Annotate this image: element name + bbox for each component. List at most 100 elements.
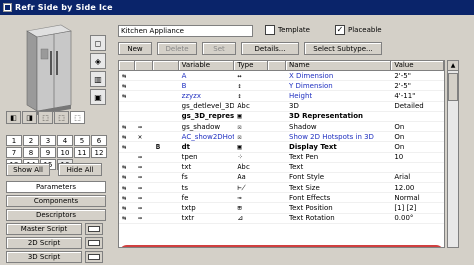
- tab-3d-script[interactable]: 3D Script: [6, 251, 82, 263]
- cell-value[interactable]: 4'-11": [391, 92, 444, 100]
- tab-master-script[interactable]: Master Script: [6, 223, 82, 235]
- cell-name: Text Size: [289, 183, 320, 192]
- cell-value[interactable]: 10: [391, 153, 444, 161]
- new-button[interactable]: New: [118, 42, 152, 55]
- cell-variable[interactable]: gs_shadow: [179, 123, 235, 131]
- hide-all-button[interactable]: Hide All: [58, 163, 102, 176]
- 3d-script-window-icon[interactable]: [85, 251, 103, 263]
- table-row[interactable]: gs_detlevel_3D Abc 3D Detailed: [119, 102, 444, 112]
- column-variable[interactable]: Variable: [179, 61, 235, 70]
- master-script-window-icon[interactable]: [85, 223, 103, 235]
- flag-icon: ⇛: [137, 122, 143, 131]
- cell-variable[interactable]: txt: [179, 163, 235, 171]
- cell-variable[interactable]: B: [179, 82, 235, 90]
- table-row[interactable]: ⇆ A ↔ X Dimension 2'-5": [119, 71, 444, 82]
- placeable-checkbox-group[interactable]: ✓ Placeable: [335, 25, 382, 35]
- story-number-button[interactable]: 7: [6, 147, 22, 158]
- tab-descriptors[interactable]: Descriptors: [6, 209, 106, 221]
- cell-value[interactable]: On: [391, 123, 444, 131]
- column-value[interactable]: Value: [391, 61, 444, 70]
- template-checkbox[interactable]: [265, 25, 275, 35]
- tab-components[interactable]: Components: [6, 195, 106, 207]
- cell-variable[interactable]: txtr: [179, 214, 235, 222]
- table-row[interactable]: ⇆ ⇛ fe ⊸ Font Effects Normal: [119, 193, 444, 204]
- view-mode-button[interactable]: ◧: [6, 111, 21, 124]
- preview-shade-button[interactable]: ▣: [90, 89, 106, 105]
- cell-variable[interactable]: gs_detlevel_3D: [179, 102, 235, 110]
- story-number-button[interactable]: 1: [6, 135, 22, 146]
- template-checkbox-group[interactable]: Template: [265, 25, 310, 35]
- table-row[interactable]: ⇆ zzyzx ↕ Height 4'-11": [119, 91, 444, 102]
- table-row[interactable]: ⇆ ⇛ gs_shadow ☒ Shadow On: [119, 122, 444, 133]
- view-mode-button[interactable]: ◨: [22, 111, 37, 124]
- preview-3d-button[interactable]: ◈: [90, 53, 106, 69]
- cell-variable[interactable]: A: [179, 72, 235, 80]
- set-button[interactable]: Set: [202, 42, 236, 55]
- scroll-thumb[interactable]: [448, 73, 458, 101]
- cell-value[interactable]: On: [391, 143, 444, 151]
- table-row[interactable]: gs_3D_repres...▣ 3D Representation: [119, 112, 444, 122]
- table-row[interactable]: ⇛ tpen ⁘ Text Pen 10: [119, 153, 444, 163]
- table-row[interactable]: ⇆ ⇛ ts ⊬ Text Size 12.00: [119, 183, 444, 194]
- table-row[interactable]: ⇆ ✕ AC_show2DHots...☒ Show 2D Hotspots in 3…: [119, 132, 444, 143]
- cell-variable[interactable]: fs: [179, 173, 235, 181]
- table-row[interactable]: ⇆ B ↕ Y Dimension 2'-5": [119, 81, 444, 92]
- cell-variable[interactable]: gs_3D_repres...: [179, 112, 235, 120]
- delete-button[interactable]: Delete: [157, 42, 197, 55]
- cell-value[interactable]: On: [391, 133, 444, 141]
- cell-value[interactable]: Normal: [391, 194, 444, 202]
- story-number-button[interactable]: 9: [40, 147, 56, 158]
- view-mode-button[interactable]: ⬚: [54, 111, 69, 124]
- show-all-button[interactable]: Show All: [6, 163, 50, 176]
- column-type[interactable]: Type: [234, 61, 269, 70]
- title-bar[interactable]: Refr Side by Side Ice: [0, 0, 474, 15]
- cell-value[interactable]: 2'-5": [391, 72, 444, 80]
- type-icon: ⊸: [237, 193, 242, 202]
- column-name[interactable]: Name: [286, 61, 392, 70]
- story-number-button[interactable]: 10: [57, 147, 73, 158]
- view-mode-buttons: ◧ ◨ ⬚ ⬚ ⬚: [6, 111, 85, 124]
- table-scrollbar[interactable]: ▲: [447, 60, 459, 248]
- details-button[interactable]: Details...: [241, 42, 299, 55]
- cell-variable[interactable]: zzyzx: [179, 92, 235, 100]
- story-number-button[interactable]: 6: [91, 135, 107, 146]
- view-mode-button[interactable]: ⬚: [70, 111, 85, 124]
- select-subtype-button[interactable]: Select Subtype...: [304, 42, 382, 55]
- cell-variable[interactable]: tpen: [179, 153, 235, 161]
- preview-fill-button[interactable]: ▥: [90, 71, 106, 87]
- view-mode-button[interactable]: ⬚: [38, 111, 53, 124]
- story-number-button[interactable]: 11: [74, 147, 90, 158]
- cell-variable[interactable]: dt: [179, 143, 235, 151]
- story-number-button[interactable]: 12: [91, 147, 107, 158]
- cell-variable[interactable]: fe: [179, 194, 235, 202]
- story-number-button[interactable]: 2: [23, 135, 39, 146]
- link-icon: ⇆: [122, 122, 127, 131]
- cell-variable[interactable]: AC_show2DHots...: [179, 133, 235, 141]
- table-row[interactable]: ⇆ Bdt ▣ Display Text On: [119, 142, 444, 153]
- cell-variable[interactable]: txtp: [179, 204, 235, 212]
- cell-value[interactable]: Arial: [391, 173, 444, 181]
- cell-value[interactable]: [1] [2]: [391, 204, 444, 212]
- preview-2d-button[interactable]: ◻: [90, 35, 106, 51]
- table-row[interactable]: ⇆ ⇛ txtr ⊿ Text Rotation 0.00°: [119, 214, 444, 224]
- link-icon: ⇆: [122, 71, 127, 80]
- story-number-button[interactable]: 8: [23, 147, 39, 158]
- tab-parameters[interactable]: Parameters: [6, 181, 106, 193]
- story-number-button[interactable]: 5: [74, 135, 90, 146]
- cell-value[interactable]: 0.00°: [391, 214, 444, 222]
- story-number-button[interactable]: 4: [57, 135, 73, 146]
- subtype-field[interactable]: Kitchen Appliance: [118, 25, 253, 37]
- 2d-script-window-icon[interactable]: [85, 237, 103, 249]
- placeable-checkbox[interactable]: ✓: [335, 25, 345, 35]
- table-row[interactable]: ⇆ ⇛ txtp ⊞ Text Position [1] [2]: [119, 203, 444, 214]
- table-row[interactable]: ⇆ ⇛ txt Abc Text: [119, 163, 444, 173]
- cell-value[interactable]: 2'-5": [391, 82, 444, 90]
- scroll-up-icon[interactable]: ▲: [448, 61, 458, 71]
- tab-2d-script[interactable]: 2D Script: [6, 237, 82, 249]
- cell-value[interactable]: 12.00: [391, 184, 444, 192]
- cell-variable[interactable]: ts: [179, 184, 235, 192]
- table-row[interactable]: ⇆ ⇛ fs Aa Font Style Arial: [119, 173, 444, 184]
- cell-value[interactable]: Detailed: [391, 102, 444, 110]
- flag-icon: ⇛: [137, 183, 143, 192]
- story-number-button[interactable]: 3: [40, 135, 56, 146]
